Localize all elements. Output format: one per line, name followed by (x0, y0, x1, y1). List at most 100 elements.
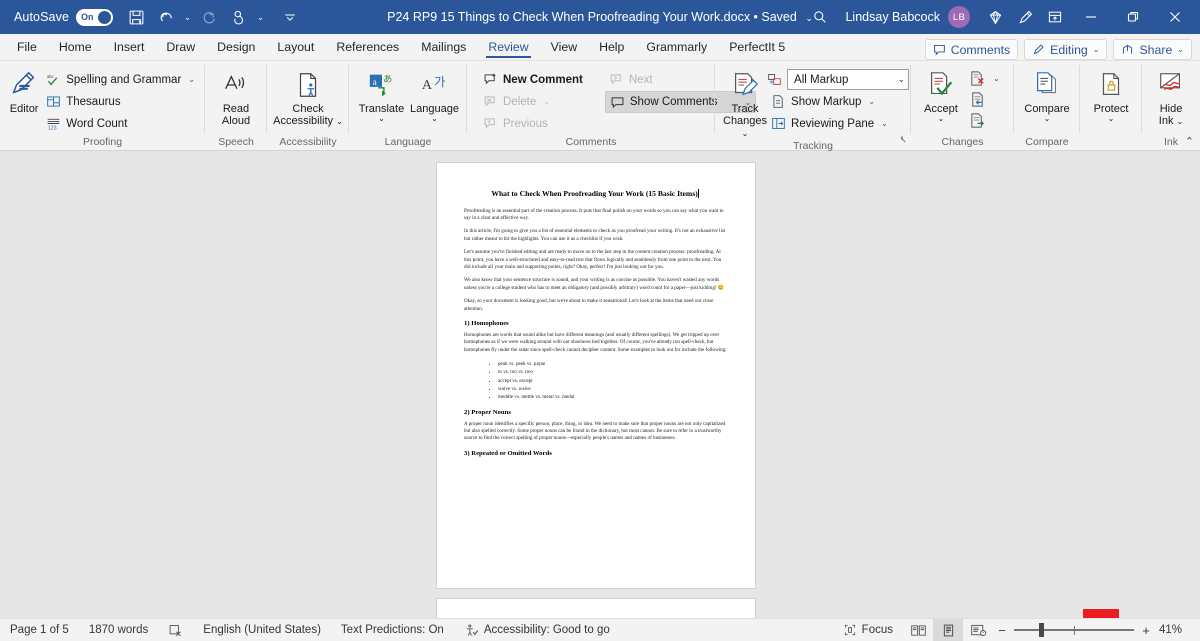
print-layout-button[interactable] (933, 619, 963, 641)
autosave-toggle-knob (98, 10, 112, 24)
spelling-and-grammar-button[interactable]: abc Spelling and Grammar ⌄ (42, 69, 199, 90)
compare-button[interactable]: Compare ⌄ (1020, 66, 1074, 123)
editing-label: Editing (1050, 42, 1088, 57)
tab-mailings[interactable]: Mailings (410, 33, 477, 60)
thesaurus-button[interactable]: Thesaurus (42, 91, 199, 112)
ribbon-group-changes: Accept ⌄ ⌄ Changes (911, 61, 1014, 150)
language-button[interactable]: A 가 Language ⌄ (408, 66, 461, 123)
tab-layout[interactable]: Layout (266, 33, 325, 60)
tab-draw[interactable]: Draw (155, 33, 206, 60)
text-predictions-indicator[interactable]: Text Predictions: On (331, 619, 454, 641)
tab-help[interactable]: Help (588, 33, 635, 60)
minimize-button[interactable] (1070, 0, 1112, 34)
restore-button[interactable] (1112, 0, 1154, 34)
title-bar: AutoSave On ⌄ ⌄ P24 RP9 15 Things to Che… (0, 0, 1200, 34)
tab-review[interactable]: Review (477, 33, 539, 60)
undo-dropdown-caret[interactable]: ⌄ (181, 12, 194, 23)
accessibility-indicator[interactable]: Accessibility: Good to go (454, 619, 620, 641)
accept-button[interactable]: Accept ⌄ (917, 66, 965, 123)
zoom-slider[interactable] (1014, 623, 1134, 637)
hide-ink-button[interactable]: Hide Ink ⌄ (1148, 66, 1194, 127)
search-icon[interactable] (805, 2, 835, 32)
previous-comment-button: Previous (479, 113, 587, 134)
focus-mode-button[interactable]: Focus (833, 619, 903, 641)
editing-caret-icon[interactable]: ⌄ (1093, 45, 1100, 54)
pencil-icon (1033, 44, 1044, 55)
undo-icon[interactable] (151, 2, 181, 32)
collapse-ribbon-icon[interactable]: ⌃ (1185, 135, 1194, 148)
proofing-errors-icon[interactable] (158, 619, 193, 641)
track-changes-button[interactable]: Track Changes ⌄ (723, 66, 767, 139)
comments-button[interactable]: Comments (924, 39, 1019, 60)
markup-display-caret-icon[interactable]: ⌄ (898, 74, 906, 85)
new-comment-button[interactable]: New Comment (479, 69, 587, 90)
page-indicator[interactable]: Page 1 of 5 (0, 619, 79, 641)
next-comment-icon (609, 72, 624, 87)
share-button[interactable]: Share ⌄ (1113, 39, 1192, 60)
read-aloud-icon (221, 68, 251, 102)
share-caret-icon[interactable]: ⌄ (1177, 45, 1184, 54)
zoom-out-button[interactable]: − (997, 623, 1007, 638)
read-aloud-button[interactable]: Read Aloud (211, 66, 261, 127)
touch-mode-icon[interactable] (224, 2, 254, 32)
protect-caret-icon[interactable]: ⌄ (1108, 115, 1115, 123)
web-layout-button[interactable] (963, 619, 993, 641)
avatar[interactable]: LB (948, 6, 970, 28)
group-label-speech: Speech (218, 136, 254, 148)
accept-caret-icon[interactable]: ⌄ (938, 115, 945, 123)
ribbon-group-accessibility: Check Accessibility ⌄ Accessibility (267, 61, 349, 150)
markup-display-combo[interactable]: All Markup ⌄ (787, 69, 910, 90)
microsoft-365-diamond-icon[interactable] (980, 2, 1010, 32)
document-page-2[interactable]: To check for missing or repeated words, … (437, 599, 755, 618)
show-markup-button[interactable]: Show Markup ⌄ (767, 91, 909, 112)
autosave-toggle[interactable]: On (76, 8, 114, 26)
user-name[interactable]: Lindsay Babcock (845, 10, 940, 24)
read-mode-button[interactable] (903, 619, 933, 641)
reject-change-button[interactable]: ⌄ (965, 69, 1004, 88)
tab-grammarly[interactable]: Grammarly (635, 33, 718, 60)
quick-access-toolbar: AutoSave On ⌄ ⌄ (0, 2, 305, 32)
language-indicator[interactable]: English (United States) (193, 619, 331, 641)
protect-button[interactable]: Protect ⌄ (1086, 66, 1136, 123)
reject-change-caret-icon[interactable]: ⌄ (993, 74, 1000, 83)
touch-mode-caret[interactable]: ⌄ (254, 12, 267, 23)
tab-insert[interactable]: Insert (103, 33, 156, 60)
editor-button[interactable]: Editor (6, 66, 42, 115)
close-button[interactable] (1154, 0, 1196, 34)
show-markup-caret-icon[interactable]: ⌄ (868, 97, 875, 106)
spelling-grammar-caret-icon[interactable]: ⌄ (188, 75, 195, 84)
reviewing-pane-caret-icon[interactable]: ⌄ (881, 119, 888, 128)
document-page-1[interactable]: What to Check When Proofreading Your Wor… (437, 163, 755, 588)
word-count-indicator[interactable]: 1870 words (79, 619, 158, 641)
editing-mode-button[interactable]: Editing ⌄ (1024, 39, 1108, 60)
ribbon-tab-bar-right: Comments Editing ⌄ Share ⌄ (924, 39, 1200, 60)
reviewing-pane-label: Reviewing Pane (791, 117, 875, 130)
translate-button[interactable]: a あ Translate ⌄ (355, 66, 408, 123)
customize-quick-access-toolbar-icon[interactable] (275, 2, 305, 32)
tracking-dialog-launcher-icon[interactable]: ⭶ (900, 133, 906, 149)
zoom-slider-thumb[interactable] (1039, 623, 1044, 637)
reviewing-pane-button[interactable]: Reviewing Pane ⌄ (767, 113, 909, 134)
document-canvas[interactable]: What to Check When Proofreading Your Wor… (0, 152, 1200, 618)
tab-references[interactable]: References (325, 33, 410, 60)
translate-caret-icon[interactable]: ⌄ (378, 115, 385, 123)
ribbon-display-options-icon[interactable] (1040, 2, 1070, 32)
save-icon[interactable] (121, 2, 151, 32)
language-caret-icon[interactable]: ⌄ (431, 115, 438, 123)
show-comments-label: Show Comments (629, 96, 718, 108)
tab-perfectit5[interactable]: PerfectIt 5 (718, 33, 796, 60)
document-title[interactable]: P24 RP9 15 Things to Check When Proofrea… (387, 10, 797, 24)
designer-pen-icon[interactable] (1010, 2, 1040, 32)
compare-caret-icon[interactable]: ⌄ (1044, 115, 1051, 123)
word-count-button[interactable]: 123 Word Count (42, 113, 199, 134)
accept-change-icon (926, 68, 956, 102)
check-accessibility-button[interactable]: Check Accessibility ⌄ (273, 66, 343, 127)
zoom-percentage[interactable]: 41% (1158, 624, 1192, 636)
tab-file[interactable]: File (6, 33, 48, 60)
zoom-in-button[interactable]: + (1141, 623, 1151, 638)
tab-design[interactable]: Design (206, 33, 266, 60)
tab-home[interactable]: Home (48, 33, 103, 60)
next-change-button[interactable] (965, 111, 1004, 130)
previous-change-button[interactable] (965, 90, 1004, 109)
tab-view[interactable]: View (540, 33, 588, 60)
